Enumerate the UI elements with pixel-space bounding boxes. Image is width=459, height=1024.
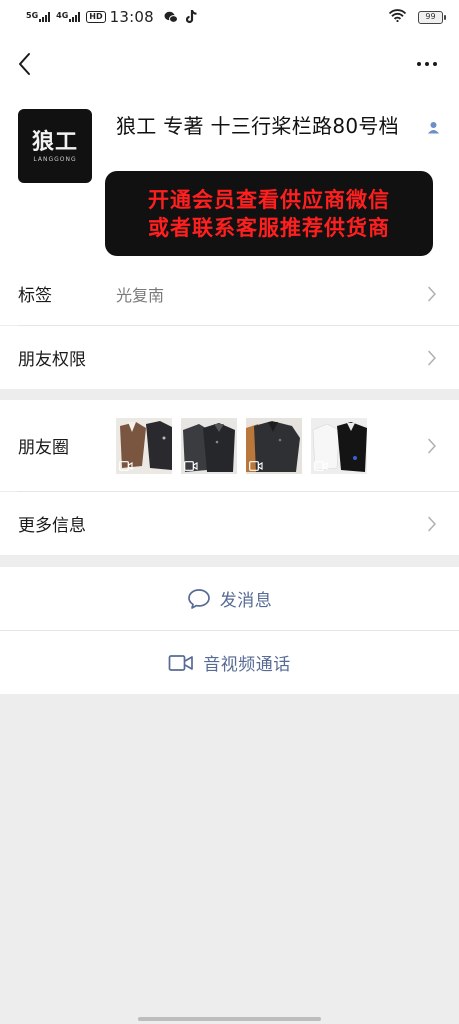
moments-thumbnail[interactable]	[116, 417, 172, 474]
video-icon	[184, 460, 198, 471]
chevron-right-icon	[428, 438, 436, 453]
network-5g-label: 5G	[26, 11, 39, 20]
moments-row[interactable]: 朋友圈	[0, 400, 459, 491]
back-button[interactable]	[12, 50, 36, 78]
home-indicator[interactable]	[138, 1017, 321, 1021]
more-info-title: 更多信息	[18, 516, 86, 536]
more-info-row[interactable]: 更多信息	[0, 492, 459, 555]
chevron-right-icon	[428, 516, 436, 531]
avatar[interactable]: 狼工 LANGGONG	[18, 109, 92, 183]
moments-thumbnail[interactable]	[181, 417, 237, 474]
contact-profile-screen: 5G 4G HD 13:08 99 狼工 LANGGONG 狼工 专著 十三行桨…	[0, 0, 459, 1024]
chat-bubble-icon	[187, 588, 210, 609]
chevron-right-icon	[428, 350, 436, 365]
friend-permissions-row[interactable]: 朋友权限	[0, 326, 459, 389]
membership-promo-banner: 开通会员查看供应商微信 或者联系客服推荐供货商	[105, 171, 433, 256]
video-camera-icon	[168, 654, 194, 671]
more-options-button[interactable]	[411, 54, 443, 74]
hd-voice-icon: HD	[86, 11, 106, 23]
signal-5g-icon: 5G	[26, 11, 51, 22]
avatar-logo-text: 狼工	[31, 128, 78, 155]
wechat-notification-icon	[164, 11, 178, 24]
friend-permissions-title: 朋友权限	[18, 350, 86, 370]
tags-value: 光复南	[116, 285, 165, 305]
send-message-button[interactable]: 发消息	[0, 567, 459, 630]
wifi-icon	[388, 8, 407, 26]
status-bar: 5G 4G HD 13:08 99	[0, 0, 459, 34]
chevron-left-icon	[19, 53, 30, 75]
moments-title: 朋友圈	[18, 438, 69, 458]
network-4g-label: 4G	[56, 11, 69, 20]
video-call-label: 音视频通话	[203, 655, 291, 675]
status-time: 13:08	[109, 8, 154, 26]
tags-row[interactable]: 标签 光复南	[0, 262, 459, 325]
contact-person-icon	[427, 119, 440, 138]
video-icon	[119, 460, 133, 471]
top-nav-bar	[0, 34, 459, 92]
promo-line-1: 开通会员查看供应商微信	[148, 187, 390, 212]
moments-thumbnail[interactable]	[311, 417, 367, 474]
send-message-label: 发消息	[219, 591, 273, 611]
video-call-button[interactable]: 音视频通话	[0, 631, 459, 694]
moments-thumbnail[interactable]	[246, 417, 302, 474]
profile-header: 狼工 LANGGONG 狼工 专著 十三行桨栏路80号档 开通会员查看供应商微信…	[0, 92, 459, 262]
chevron-right-icon	[428, 286, 436, 301]
contact-name: 狼工 专著 十三行桨栏路80号档	[116, 114, 399, 138]
avatar-logo-subtext: LANGGONG	[33, 155, 77, 163]
promo-line-2: 或者联系客服推荐供货商	[148, 215, 390, 240]
tiktok-notification-icon	[185, 10, 198, 24]
moments-thumbnails	[116, 417, 367, 474]
video-icon	[249, 460, 263, 471]
tags-title: 标签	[18, 286, 52, 306]
video-icon	[314, 460, 328, 471]
battery-icon: 99	[418, 10, 446, 24]
signal-4g-icon: 4G	[56, 11, 81, 22]
